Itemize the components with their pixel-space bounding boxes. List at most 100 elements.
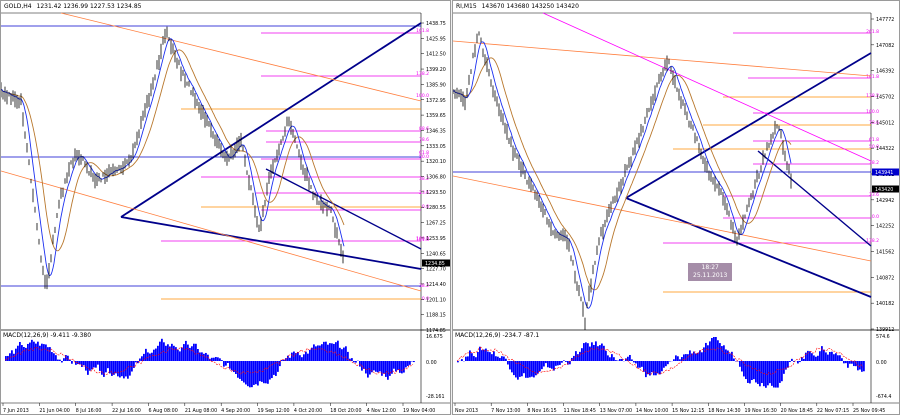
macd-histogram-bar: [493, 351, 495, 361]
macd-histogram-bar: [191, 346, 193, 361]
symbol-timeframe: RI,M15: [456, 3, 477, 10]
ri-chart-canvas[interactable]: 261.8161.8138.2100.078.661.850.038.223.6…: [453, 1, 900, 415]
price-axis-label: 1372.95: [426, 98, 446, 104]
macd-histogram-bar: [41, 343, 43, 361]
macd-histogram-bar: [321, 344, 323, 361]
macd-histogram-bar: [611, 354, 613, 361]
price-axis-label: 142252: [876, 224, 894, 230]
price-axis-label: 1399.20: [426, 67, 446, 73]
macd-histogram-bar: [803, 358, 805, 361]
macd-histogram-bar: [33, 341, 35, 361]
price-axis-label: 1240.65: [426, 251, 446, 257]
macd-histogram-bar: [75, 361, 77, 365]
macd-histogram-bar: [161, 338, 163, 361]
macd-histogram-bar: [91, 361, 93, 370]
macd-histogram-bar: [779, 361, 781, 383]
macd-histogram-bar: [187, 344, 189, 361]
macd-histogram-bar: [119, 361, 121, 378]
price-axis-label: 1346.35: [426, 128, 446, 134]
macd-histogram-bar: [159, 341, 161, 361]
macd-histogram-bar: [385, 361, 387, 377]
macd-histogram-bar: [571, 357, 573, 361]
macd-histogram-bar: [217, 357, 219, 361]
price-marker-label: 143941: [875, 170, 893, 176]
macd-histogram-bar: [387, 361, 389, 380]
macd-histogram-bar: [271, 361, 273, 379]
macd-histogram-bar: [185, 340, 187, 361]
macd-histogram-bar: [85, 361, 87, 371]
macd-histogram-bar: [151, 352, 153, 361]
macd-histogram-bar: [529, 361, 531, 378]
macd-histogram-bar: [181, 347, 183, 361]
macd-histogram-bar: [741, 361, 743, 372]
macd-histogram-bar: [81, 361, 83, 367]
macd-histogram-bar: [201, 352, 203, 361]
chart-header: RI,M15 143670 143680 143250 143420: [456, 3, 582, 10]
macd-histogram-bar: [497, 356, 499, 361]
price-axis-label: 147082: [876, 43, 894, 49]
macd-histogram-bar: [577, 354, 579, 361]
macd-histogram-bar: [211, 357, 213, 361]
macd-histogram-bar: [35, 343, 37, 361]
time-axis-label: 4 Nov 12:00: [367, 408, 396, 414]
macd-histogram-bar: [849, 361, 851, 364]
chart-window-gold-h4[interactable]: 161.8 138.2 100.0 88.6 78.6 61.8 50.0 38.2 23.6 0…: [0, 0, 451, 415]
macd-histogram-bar: [731, 351, 733, 361]
macd-histogram-bar: [685, 354, 687, 361]
gold-chart-canvas[interactable]: 161.8138.2100.088.678.661.850.038.223.60…: [1, 1, 451, 415]
time-axis-label: 19 Nov 04:00: [403, 408, 435, 414]
macd-histogram-bar: [499, 357, 501, 361]
macd-axis-label: 0.00: [876, 360, 887, 366]
macd-histogram-bar: [97, 361, 99, 365]
macd-histogram-bar: [755, 361, 757, 383]
chart-window-ri-m15[interactable]: 261.8 161.8 138.2 100.0 78.6 61.8 50.0 38.2 23.6…: [452, 0, 900, 415]
macd-histogram-bar: [473, 356, 475, 361]
macd-histogram-bar: [313, 344, 315, 361]
macd-histogram-bar: [839, 355, 841, 361]
macd-histogram-bar: [99, 361, 101, 371]
macd-histogram-bar: [789, 361, 791, 363]
macd-histogram-bar: [51, 352, 53, 361]
macd-histogram-bar: [603, 345, 605, 361]
macd-histogram-bar: [341, 349, 343, 361]
macd-histogram-bar: [609, 357, 611, 361]
macd-histogram-bar: [403, 361, 405, 373]
macd-histogram-bar: [95, 361, 97, 368]
price-axis-label: 1174.85: [426, 328, 446, 334]
chart-header: GOLD,H4 1231.42 1236.99 1227.53 1234.85: [4, 3, 144, 10]
macd-histogram-bar: [725, 349, 727, 361]
time-axis-label: 13 Nov 07:00: [600, 408, 632, 414]
macd-histogram-bar: [757, 361, 759, 384]
macd-histogram-bar: [527, 361, 529, 378]
macd-histogram-bar: [809, 351, 811, 361]
macd-histogram-bar: [521, 361, 523, 377]
macd-histogram-bar: [683, 354, 685, 361]
macd-histogram-bar: [287, 355, 289, 361]
time-axis-label: 7 Nov 13:00: [491, 408, 520, 414]
macd-histogram-bar: [551, 361, 553, 369]
macd-histogram-bar: [67, 355, 69, 361]
macd-histogram-bar: [649, 361, 651, 376]
macd-histogram-bar: [697, 352, 699, 361]
price-axis-label: 1280.55: [426, 205, 446, 211]
macd-histogram-bar: [365, 361, 367, 374]
macd-histogram-bar: [269, 361, 271, 380]
macd-histogram-bar: [797, 361, 799, 364]
macd-histogram-bar: [729, 353, 731, 361]
macd-histogram-bar: [379, 361, 381, 372]
macd-histogram-bar: [171, 343, 173, 361]
macd-histogram-bar: [539, 361, 541, 372]
macd-histogram-bar: [139, 358, 141, 361]
macd-histogram-bar: [739, 361, 741, 367]
macd-histogram-bar: [843, 361, 845, 364]
macd-histogram-bar: [83, 361, 85, 366]
time-axis-label: 6 Aug 08:00: [148, 408, 177, 414]
time-axis-label: 22 Jul 16:00: [112, 408, 141, 414]
macd-histogram-bar: [467, 356, 469, 361]
macd-histogram-bar: [375, 361, 377, 372]
macd-histogram-bar: [477, 352, 479, 361]
macd-histogram-bar: [827, 354, 829, 361]
macd-histogram-bar: [485, 348, 487, 361]
macd-histogram-bar: [747, 361, 749, 383]
macd-histogram-bar: [213, 357, 215, 361]
